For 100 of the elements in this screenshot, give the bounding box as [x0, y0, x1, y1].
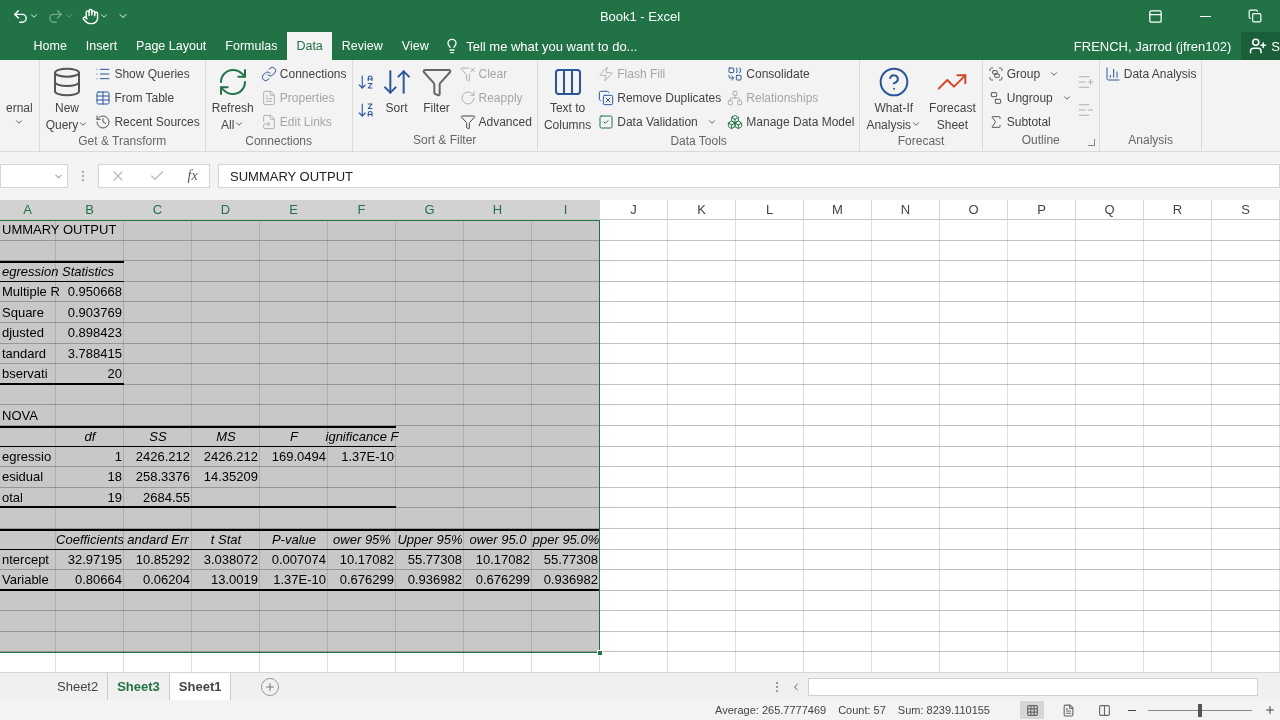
ribbon-tab[interactable]: Page Layout	[126, 32, 216, 60]
cell-text: 0.676299	[475, 571, 530, 587]
column-header[interactable]: O	[940, 200, 1008, 220]
ribbon-button[interactable]: Recent Sources	[93, 111, 202, 132]
cell-text: andard Err	[127, 532, 189, 548]
reapply-icon	[459, 89, 476, 106]
column-header[interactable]: Q	[1076, 200, 1144, 220]
ribbon-button[interactable]: Ungroup	[985, 87, 1074, 108]
ribbon-button[interactable]: Text to Columns	[540, 62, 595, 134]
ribbon-button[interactable]: From Table	[93, 87, 202, 108]
ribbon-tab[interactable]: Home	[24, 32, 77, 60]
network-icon	[727, 89, 744, 106]
group-label: Sort & Filter	[413, 133, 477, 150]
column-header[interactable]: E	[260, 200, 328, 220]
cell-text: esidual	[2, 469, 44, 485]
cell-text: 10.17082	[475, 551, 530, 567]
status-count: Count: 57	[838, 704, 886, 716]
cell-text: 0.007074	[271, 551, 326, 567]
column-header[interactable]: I	[532, 200, 600, 220]
ribbon-button[interactable]: New Query	[42, 62, 92, 134]
ribbon-button[interactable]: Manage Data Model	[725, 111, 857, 132]
zoom-in-icon[interactable]	[1264, 704, 1276, 716]
group-label: Forecast	[897, 134, 945, 150]
ribbon-tab[interactable]: Review	[332, 32, 393, 60]
cell-text: djusted	[2, 325, 44, 341]
insert-function-button[interactable]: fx	[187, 168, 198, 184]
list-plus-icon	[1076, 73, 1095, 91]
cell-text: Upper 95%	[397, 532, 463, 548]
column-header[interactable]: K	[668, 200, 736, 220]
ribbon-button[interactable]: What-If Analysis	[863, 62, 925, 134]
ribbon-button[interactable]: Subtotal	[985, 111, 1074, 132]
link-icon	[260, 65, 277, 82]
cell-text: 55.77308	[543, 551, 598, 567]
ribbon-tab[interactable]: View	[392, 32, 439, 60]
ribbon-button[interactable]: Refresh All	[208, 62, 257, 134]
cell-text: MS	[216, 429, 236, 445]
ribbon-button[interactable]: Connections	[258, 63, 349, 84]
ribbon-tab[interactable]: Formulas	[215, 32, 287, 60]
cell-text: df	[84, 429, 96, 445]
cell-text: 0.676299	[339, 571, 394, 587]
caret-icon	[29, 11, 39, 21]
sheet-tab[interactable]: Sheet1	[169, 673, 232, 700]
copy-icon	[598, 89, 615, 106]
cell-text: t Stat	[210, 532, 242, 548]
ribbon-tab[interactable]: Insert	[76, 32, 127, 60]
column-header[interactable]: C	[124, 200, 192, 220]
cell-text: 2426.212	[203, 448, 258, 464]
cell-text: 1.37E-10	[273, 571, 326, 587]
ribbon-button[interactable]: Filter	[417, 62, 456, 134]
column-header[interactable]: H	[464, 200, 532, 220]
column-header[interactable]: G	[396, 200, 464, 220]
cell-text: 3.038072	[203, 551, 258, 567]
column-header[interactable]: L	[736, 200, 804, 220]
ribbon-button[interactable]: Sort	[377, 62, 416, 134]
caret-icon	[234, 119, 245, 129]
cell-text: ower 95.0	[469, 532, 527, 548]
ribbon-tab[interactable]: Data	[286, 32, 333, 60]
cell-text: UMMARY OUTPUT	[2, 222, 117, 238]
group-label: Analysis	[1128, 133, 1173, 150]
column-header[interactable]: A	[0, 200, 56, 220]
column-header[interactable]: J	[600, 200, 668, 220]
ribbon-button[interactable]: Forecast Sheet	[926, 62, 979, 134]
horizontal-scrollbar[interactable]	[808, 677, 1258, 696]
cell-text: 1.37E-10	[341, 448, 394, 464]
ribbon-button[interactable]: Remove Duplicates	[596, 87, 724, 108]
column-header[interactable]: F	[328, 200, 396, 220]
ribbon-button[interactable]: Data Analysis	[1102, 63, 1199, 84]
cell-text: 32.97195	[67, 551, 122, 567]
column-header[interactable]: N	[872, 200, 940, 220]
caret-icon	[64, 11, 74, 21]
ribbon-button[interactable]: Consolidate	[725, 63, 857, 84]
table-icon	[95, 89, 112, 106]
ribbon-button[interactable]: Advanced	[457, 111, 534, 132]
restore-icon	[1248, 9, 1262, 23]
column-header[interactable]: M	[804, 200, 872, 220]
cell-text: egressio	[2, 448, 52, 464]
ribbon-button[interactable]: Data Validation	[596, 111, 724, 132]
bar-chart-icon	[1104, 65, 1121, 82]
ribbon-button[interactable]: Group	[985, 63, 1074, 84]
group-label: Data Tools	[670, 134, 727, 150]
dialog-launcher-icon[interactable]	[1087, 139, 1095, 146]
fill-handle[interactable]	[597, 649, 603, 656]
column-header[interactable]: D	[192, 200, 260, 220]
column-header[interactable]: R	[1144, 200, 1212, 220]
cell-text: 0.936982	[543, 571, 598, 587]
view-button[interactable]	[1020, 701, 1044, 719]
cell-text: 3.788415	[67, 345, 122, 361]
column-header[interactable]: B	[56, 200, 124, 220]
column-header[interactable]: P	[1008, 200, 1076, 220]
cell-text: 10.17082	[339, 551, 394, 567]
tell-me-field[interactable]: Tell me what you want to do...	[464, 37, 665, 55]
page-icon	[1061, 703, 1075, 717]
share-button[interactable]: S	[1241, 32, 1280, 60]
ribbon-button[interactable]: ernal	[3, 62, 36, 134]
touch-icon	[82, 7, 99, 25]
status-average: Average: 265.7777469	[715, 704, 827, 716]
formula-field[interactable]: SUMMARY OUTPUT	[218, 164, 1280, 188]
column-header[interactable]: S	[1212, 200, 1280, 220]
zoom-thumb[interactable]	[1198, 703, 1202, 717]
ribbon-button[interactable]: Show Queries	[93, 63, 202, 84]
